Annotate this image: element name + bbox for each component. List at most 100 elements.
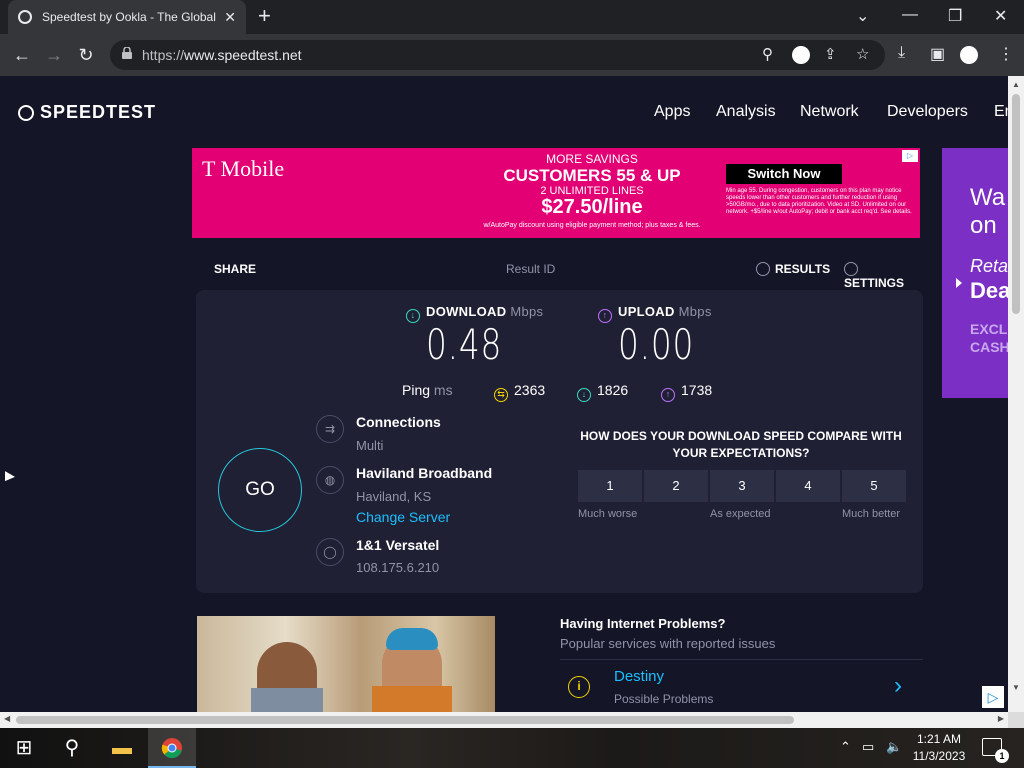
url-scheme: https://: [142, 47, 185, 63]
location-icon[interactable]: ⚲: [762, 45, 773, 63]
problems-subheading: Popular services with reported issues: [560, 636, 776, 651]
back-button[interactable]: ←: [10, 43, 34, 67]
notification-center-icon[interactable]: 1: [982, 738, 1009, 763]
settings-button[interactable]: SETTINGS: [844, 262, 922, 290]
url-host: www.speedtest.net: [184, 47, 302, 63]
child-figure-right: [372, 628, 452, 712]
isp-name: Haviland Broadband: [356, 465, 493, 481]
tab-search-icon[interactable]: ⌄: [856, 6, 869, 26]
scroll-up-icon[interactable]: ▲: [1012, 80, 1020, 89]
chrome-icon: [161, 738, 182, 759]
scroll-right-icon[interactable]: ▶: [998, 714, 1004, 723]
side-ad-line1: Wa on: [970, 184, 1006, 239]
windows-start-icon[interactable]: ⊞: [0, 728, 48, 768]
scroll-left-icon[interactable]: ◀: [4, 714, 10, 723]
nav-language[interactable]: En: [994, 103, 1008, 121]
logo-text: SPEEDTEST: [40, 102, 157, 122]
bookmark-star-icon[interactable]: ☆: [856, 45, 869, 63]
volume-muted-icon[interactable]: 🔈: [886, 739, 902, 755]
ad-price: $27.50/line: [541, 196, 643, 218]
tab-title: Speedtest by Ookla - The Global: [42, 10, 216, 24]
url-text[interactable]: https://www.speedtest.net: [142, 47, 302, 63]
scroll-down-icon[interactable]: ▼: [1012, 683, 1020, 692]
speedtest-favicon-icon: [18, 10, 32, 24]
ad-brand: T Mobile: [202, 156, 285, 181]
forward-button[interactable]: →: [42, 43, 66, 67]
new-tab-button[interactable]: +: [258, 4, 271, 28]
ping-download-icon: ↓: [577, 388, 591, 402]
tab-close-icon[interactable]: ✕: [224, 9, 236, 26]
video-ad-thumbnail[interactable]: [197, 616, 495, 712]
share-icon[interactable]: ⇪: [824, 45, 837, 63]
ad-line5: w/AutoPay discount using eligible paymen…: [483, 222, 701, 229]
download-icon[interactable]: ⤓: [898, 44, 905, 62]
share-button[interactable]: SHARE: [214, 262, 256, 276]
rating-option-4[interactable]: 4: [776, 470, 840, 502]
tray-chevron-icon[interactable]: ⌃: [840, 739, 851, 755]
rating-option-2[interactable]: 2: [644, 470, 708, 502]
connections-icon[interactable]: ⇉: [316, 415, 344, 443]
scrollbar-corner: [1008, 712, 1024, 728]
close-window-button[interactable]: ✕: [994, 6, 1007, 26]
divider: [560, 659, 923, 660]
nav-network[interactable]: Network: [800, 103, 859, 121]
file-explorer-icon[interactable]: ▬: [98, 728, 146, 768]
minimize-button[interactable]: —: [902, 6, 918, 24]
search-icon[interactable]: ⚲: [48, 728, 96, 768]
tmobile-banner-ad[interactable]: T Mobile MORE SAVINGS CUSTOMERS 55 & UP …: [192, 148, 920, 238]
globe-icon: ◍: [316, 466, 344, 494]
rating-high-label: Much better: [842, 508, 901, 520]
side-ad-line3: Reta: [970, 256, 1008, 276]
horizontal-scrollbar[interactable]: ◀ ▶: [0, 712, 1008, 728]
profile-avatar[interactable]: [960, 46, 978, 64]
lock-icon[interactable]: [122, 47, 132, 59]
ping-upload-icon: ↑: [661, 388, 675, 402]
connections-value[interactable]: Multi: [356, 438, 383, 453]
rating-option-5[interactable]: 5: [842, 470, 906, 502]
adchoices-badge-icon[interactable]: ▷: [982, 686, 1004, 708]
rating-option-1[interactable]: 1: [578, 470, 642, 502]
ad-line1: MORE SAVINGS: [546, 152, 638, 166]
browser-toolbar: ← → ↻ https://www.speedtest.net ⚲ ⇪ ☆ ⤓ …: [0, 34, 1024, 76]
results-button[interactable]: RESULTS: [756, 262, 830, 276]
chevron-right-icon[interactable]: ›: [894, 672, 902, 700]
side-panel-icon[interactable]: ▣: [930, 44, 945, 64]
side-ad-line4: Dea: [970, 278, 1008, 303]
go-button[interactable]: GO: [218, 448, 302, 532]
vertical-scroll-thumb[interactable]: [1012, 94, 1020, 314]
clock-date: 11/3/2023: [912, 749, 966, 763]
change-server-link[interactable]: Change Server: [356, 509, 450, 525]
download-arrow-icon: ↓: [406, 309, 420, 323]
clock-time: 1:21 AM: [916, 732, 962, 746]
speedtest-panel: ↓ DOWNLOAD Mbps ↑ UPLOAD Mbps 0.48 0.00 Pi…: [196, 290, 923, 593]
browser-tab[interactable]: Speedtest by Ookla - The Global ✕: [8, 0, 246, 34]
ad-switch-now-button[interactable]: Switch Now: [726, 164, 842, 184]
ping-idle: ⇆ 2363: [494, 382, 545, 402]
menu-icon[interactable]: ⋮: [998, 44, 1014, 64]
notification-count: 1: [995, 749, 1009, 763]
reload-button[interactable]: ↻: [74, 43, 98, 67]
mouse-cursor-icon: [5, 471, 15, 487]
restore-button[interactable]: ❐: [948, 6, 962, 26]
windows-taskbar: ⊞ ⚲ ▬ ⌃ ▭ 🔈 1:21 AM 11/3/2023 1: [0, 728, 1024, 768]
child-figure-left: [251, 642, 323, 712]
taskbar-clock[interactable]: 1:21 AM 11/3/2023: [908, 731, 970, 765]
google-lens-icon[interactable]: [792, 46, 810, 64]
nav-apps[interactable]: Apps: [654, 103, 690, 121]
nav-developers[interactable]: Developers: [887, 103, 968, 121]
rating-option-3[interactable]: 3: [710, 470, 774, 502]
nav-analysis[interactable]: Analysis: [716, 103, 776, 121]
chrome-taskbar-icon[interactable]: [148, 728, 196, 768]
page-content: SPEEDTEST Apps Analysis Network Develope…: [0, 76, 1008, 712]
result-toolbar: SHARE Result ID RESULTS SETTINGS: [196, 258, 922, 290]
ip-address: 108.175.6.210: [356, 560, 440, 575]
horizontal-scroll-thumb[interactable]: [16, 716, 794, 724]
side-ad[interactable]: Wa on Reta Dea EXCL CASH: [942, 148, 1008, 398]
vertical-scrollbar[interactable]: ▲ ▼: [1008, 76, 1024, 712]
service-name[interactable]: Destiny: [614, 668, 664, 685]
adchoices-icon[interactable]: ▷: [902, 150, 918, 162]
address-bar[interactable]: https://www.speedtest.net ⚲ ⇪ ☆: [110, 40, 885, 70]
network-icon[interactable]: ▭: [862, 739, 874, 755]
ping-idle-icon: ⇆: [494, 388, 508, 402]
speedtest-logo[interactable]: SPEEDTEST: [18, 102, 156, 123]
